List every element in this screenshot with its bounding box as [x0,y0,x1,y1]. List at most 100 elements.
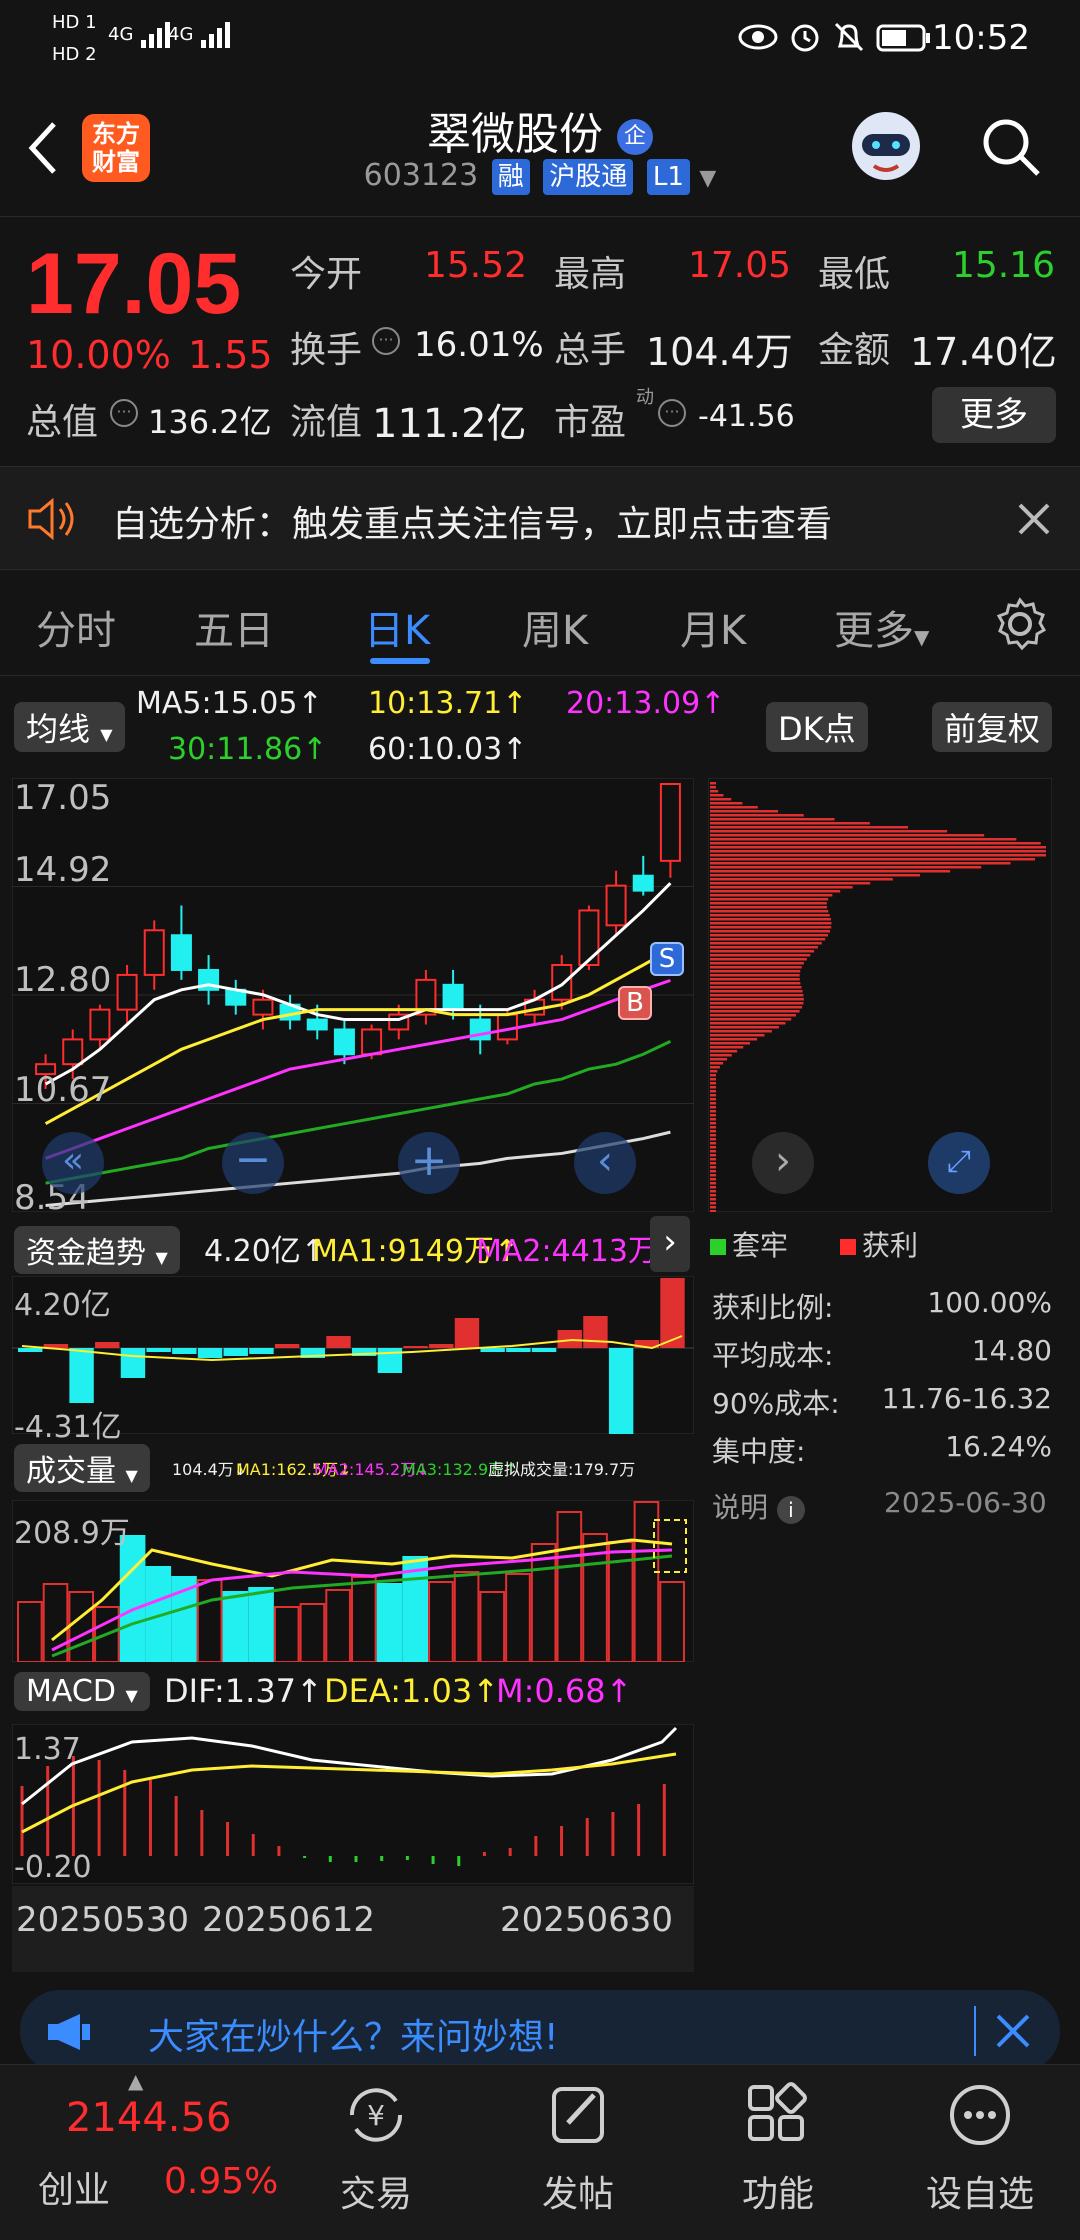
chip-bar [710,914,830,917]
robot-assistant-icon[interactable] [846,106,926,186]
chip-next-icon[interactable]: › [752,1132,814,1194]
change-percent: 10.00% [26,333,171,377]
volume-bar [530,1543,557,1662]
notice-bar[interactable]: 自选分析：触发重点关注信号，立即点击查看 [0,466,1080,570]
chip-bar [710,898,829,901]
add-watchlist-icon[interactable] [944,2079,1016,2151]
info-icon[interactable]: i [776,1496,805,1524]
clock: 10:52 [932,18,1030,58]
chip-bar [710,1118,716,1121]
index-change[interactable]: 0.95% [164,2161,278,2202]
mute-icon [834,22,864,52]
macd-top-label: 1.37 [14,1732,81,1767]
tab-monthly-k[interactable]: 月K [680,598,746,656]
candle-body [116,973,138,1011]
more-button[interactable]: 更多 [932,387,1056,443]
ma-selector[interactable]: 均线 ▼ [14,702,125,752]
capital-value: 4.20亿↑ [204,1234,326,1269]
chip-bar [710,1102,716,1105]
tab-five-day[interactable]: 五日 [194,598,274,656]
mcap-label: 总值 [26,402,99,443]
chip-note[interactable]: 说明 i [712,1486,805,1526]
date-label-3: 20250630 [500,1900,674,1940]
ma30-value: 30:11.86↑ [168,732,328,767]
dk-point-button[interactable]: DK点 [766,702,868,752]
ma5-value: MA5:15.05↑ [136,686,323,721]
candle-body [632,874,654,892]
ask-bar-divider [974,2006,976,2056]
index-value[interactable]: 2144.56 [66,2095,231,2141]
change-amount: 1.55 [188,333,273,377]
macd-dea: DEA:1.03↑ [324,1672,500,1710]
high-label: 最高 [554,254,627,295]
chip-bar [710,1042,750,1045]
settings-gear-icon[interactable] [992,596,1048,652]
battery-icon [876,24,930,52]
chip-bar [710,786,716,789]
macd-selector[interactable]: MACD ▼ [14,1672,150,1711]
volume-bar [376,1583,403,1662]
info-icon[interactable]: ··· [110,399,138,427]
chip-bar [710,1162,716,1165]
rewind-icon[interactable]: « [42,1132,104,1194]
chip-bar [710,974,800,977]
scroll-left-icon[interactable]: ‹ [574,1132,636,1194]
chip-bar [710,1146,716,1149]
bottom-nav: ▲ 2144.56 创业 0.95% ¥ 交易 发帖 功能 设自选 [0,2064,1080,2240]
volume-bar [299,1603,326,1662]
functions-icon[interactable] [742,2079,814,2151]
tab-more[interactable]: 更多▼ [834,598,929,656]
post-icon[interactable] [544,2079,616,2151]
chip-bar [710,1010,800,1013]
ask-assistant-bar[interactable]: 大家在炒什么？来问妙想! [20,1990,1060,2072]
index-name[interactable]: 创业 [38,2161,110,2213]
chip-bar [710,1154,716,1157]
nav-functions[interactable]: 功能 [698,2165,858,2217]
zoom-out-icon[interactable]: − [222,1132,284,1194]
legend-profit: 获利 [840,1224,918,1264]
dropdown-icon[interactable]: ▼ [699,166,716,191]
chip-bar [710,818,835,821]
buy-marker[interactable]: B [618,986,652,1020]
volume-selector[interactable]: 成交量 ▼ [14,1444,150,1492]
quote-panel: 17.05 10.00% 1.55 今开 15.52 最高 17.05 最低 1… [0,216,1080,466]
nav-add-watchlist[interactable]: 设自选 [900,2165,1060,2217]
capital-selector[interactable]: 资金趋势 ▼ [14,1226,180,1274]
price-adjust-button[interactable]: 前复权 [932,702,1053,752]
tab-intraday[interactable]: 分时 [36,598,116,656]
chip-bar [710,1182,716,1185]
chip-bar [710,1174,716,1177]
chip-bar [710,1194,716,1197]
sell-marker[interactable]: S [650,942,684,976]
zoom-in-icon[interactable]: + [398,1132,460,1194]
chip-bar [710,806,758,809]
amount-value: 17.40亿 [910,330,1057,374]
chip-bar [710,1046,744,1049]
capital-bar [69,1348,94,1403]
nav-trade[interactable]: 交易 [296,2165,456,2217]
trade-icon[interactable]: ¥ [340,2079,412,2151]
chip-bar [710,938,826,941]
amount-label: 金额 [818,330,891,371]
search-icon[interactable] [978,114,1044,180]
volume-top-label: 208.9万 [14,1516,130,1551]
chip-bar [710,1054,732,1057]
stock-code: 603123 [363,158,479,193]
y-label-top: 17.05 [14,778,112,818]
nav-post[interactable]: 发帖 [498,2165,658,2217]
capital-bar [223,1348,248,1356]
candle-body [361,1028,383,1056]
chevron-right-icon[interactable]: › [650,1216,690,1272]
chip-bar [710,886,853,889]
chip-bar [710,1206,716,1209]
info-icon[interactable]: ··· [372,327,400,355]
info-icon[interactable]: ··· [658,399,686,427]
chip-bar [710,986,802,989]
close-icon[interactable] [994,2012,1032,2050]
signal-icon-2: 4G [168,20,239,50]
expand-icon[interactable]: ⤢ [928,1132,990,1194]
tab-daily-k[interactable]: 日K [364,598,430,656]
close-icon[interactable] [1016,501,1052,537]
candle-body [306,1018,328,1031]
tab-weekly-k[interactable]: 周K [522,598,588,656]
